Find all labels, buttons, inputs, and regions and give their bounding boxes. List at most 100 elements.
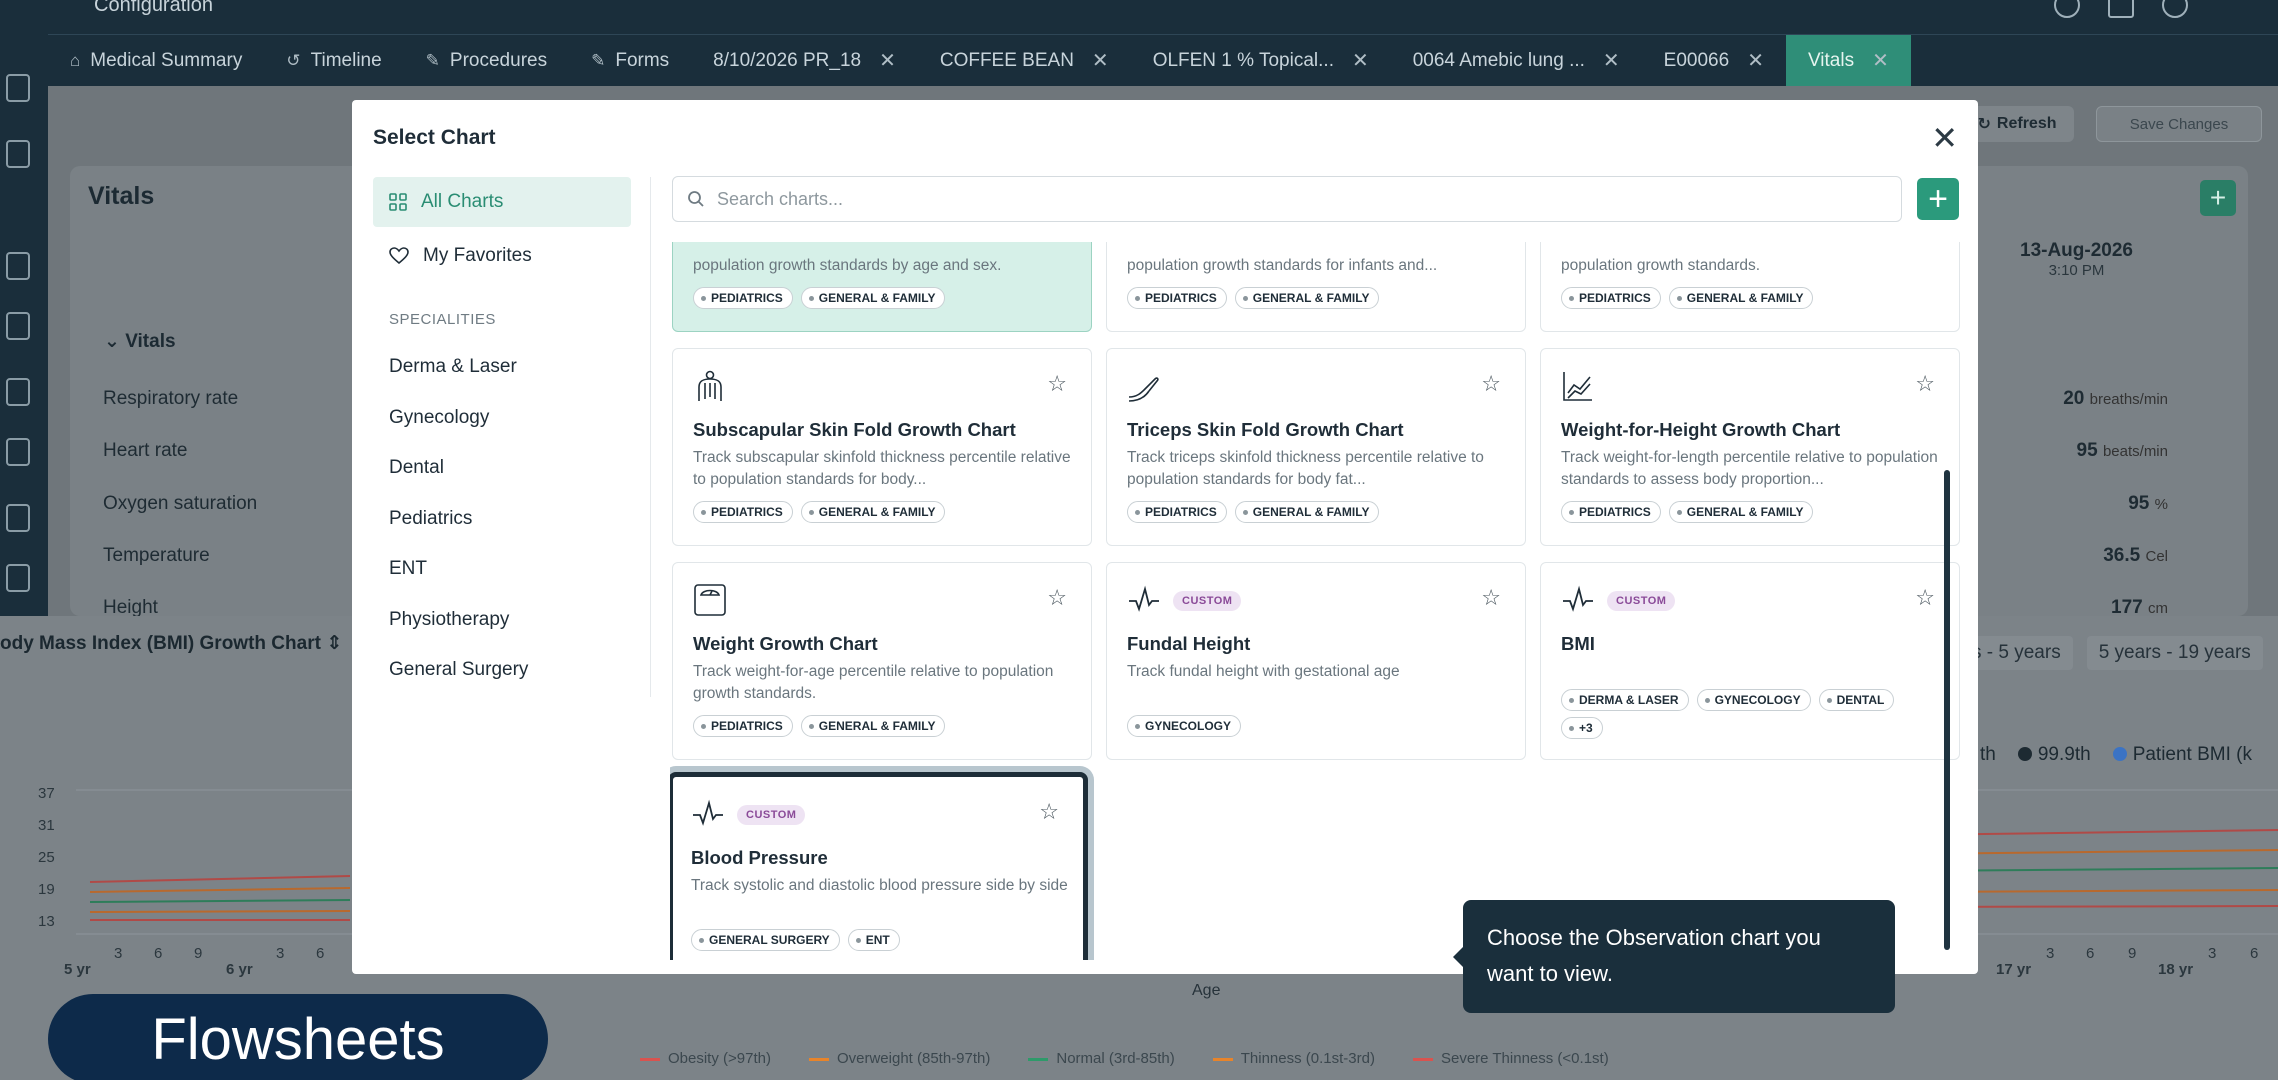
modal-title: Select Chart (373, 126, 496, 149)
thinness-line (89, 910, 351, 913)
sidebar-item-favorites[interactable]: My Favorites (373, 231, 631, 281)
star-icon[interactable]: ☆ (1481, 585, 1501, 611)
card-tags: PEDIATRICS GENERAL & FAMILY (693, 715, 1073, 737)
chart-legend-top: th 99.9th Patient BMI (k (1960, 744, 2252, 766)
top-bar: Configuration (0, 0, 2278, 34)
chart-card-blood-pressure[interactable]: CUSTOM ☆ Blood Pressure Track systolic a… (670, 772, 1088, 960)
chart-card[interactable]: population growth standards by age and s… (672, 242, 1092, 332)
star-icon[interactable]: ☆ (1039, 799, 1059, 825)
obesity-line (89, 875, 351, 883)
tab-amebic[interactable]: 0064 Amebic lung ... ✕ (1391, 35, 1642, 86)
value-text: 20 (2063, 388, 2085, 409)
sidebar-item-physiotherapy[interactable]: Physiotherapy (373, 595, 631, 646)
tab-pr18[interactable]: 8/10/2026 PR_18 ✕ (691, 35, 918, 86)
chart-card-weight[interactable]: ☆ Weight Growth Chart Track weight-for-a… (672, 562, 1092, 760)
age-range-option[interactable]: 5 years - 19 years (2086, 636, 2263, 670)
tab-vitals[interactable]: Vitals ✕ (1785, 35, 1911, 86)
refresh-icon[interactable] (2162, 0, 2188, 18)
nav-icon[interactable] (6, 140, 30, 168)
star-icon[interactable]: ☆ (1915, 371, 1935, 397)
nav-icon[interactable] (6, 252, 30, 280)
sidebar-item-all-charts[interactable]: All Charts (373, 177, 631, 227)
chart-card-subscapular[interactable]: ☆ Subscapular Skin Fold Growth Chart Tra… (672, 348, 1092, 546)
add-vital-button[interactable]: + (2200, 180, 2236, 216)
nav-icon[interactable] (6, 438, 30, 466)
specialty-tag: GYNECOLOGY (1127, 715, 1242, 737)
specialty-tag: GENERAL & FAMILY (800, 501, 946, 523)
legend-label: Patient BMI (k (2132, 744, 2253, 765)
sidebar-item-gynecology[interactable]: Gynecology (373, 393, 631, 444)
tab-forms[interactable]: ✎ Forms (569, 35, 691, 86)
star-icon[interactable]: ☆ (1047, 371, 1067, 397)
close-icon[interactable]: ✕ (1872, 48, 1889, 73)
close-icon[interactable]: ✕ (1931, 122, 1958, 154)
nav-icon[interactable] (6, 564, 30, 592)
tab-label: Timeline (310, 49, 382, 71)
tab-coffee-bean[interactable]: COFFEE BEAN ✕ (918, 35, 1131, 86)
search-input[interactable] (717, 188, 1817, 210)
tab-olfen[interactable]: OLFEN 1 % Topical... ✕ (1131, 35, 1391, 86)
star-icon[interactable]: ☆ (1915, 585, 1935, 611)
legend-label: 99.9th (2037, 744, 2091, 765)
tab-label: E00066 (1663, 49, 1730, 71)
chevron-updown-icon: ⇕ (326, 633, 343, 654)
vitals-section-header[interactable]: ⌄ Vitals (104, 330, 176, 353)
normal-line (89, 899, 351, 903)
age-range-toggle: s - 5 years 5 years - 19 years (1960, 636, 2263, 670)
chart-card[interactable]: population growth standards. PEDIATRICS … (1540, 242, 1960, 332)
vital-value: 95 % (2128, 493, 2168, 515)
more-tags-badge[interactable]: +3 (1561, 717, 1603, 739)
specialty-tag: ENT (847, 929, 900, 951)
vital-label: Heart rate (103, 440, 188, 461)
specialty-tag: PEDIATRICS (693, 501, 793, 523)
legend-label: Severe Thinness (<0.1st) (1440, 1050, 1609, 1067)
scrollbar-thumb[interactable] (1944, 470, 1950, 950)
nav-icon[interactable] (6, 74, 30, 102)
close-icon[interactable]: ✕ (1747, 48, 1764, 73)
tab-procedures[interactable]: ✎ Procedures (404, 35, 569, 86)
chart-card-weight-for-height[interactable]: ☆ Weight-for-Height Growth Chart Track w… (1540, 348, 1960, 546)
value-text: 177 (2111, 597, 2143, 618)
sidebar-item-general-surgery[interactable]: General Surgery (373, 645, 631, 696)
x-tick: 6 (2086, 945, 2094, 962)
tab-e00066[interactable]: E00066 ✕ (1642, 35, 1786, 86)
help-icon[interactable] (2054, 0, 2080, 18)
chart-card-triceps[interactable]: ☆ Triceps Skin Fold Growth Chart Track t… (1106, 348, 1526, 546)
save-changes-button[interactable]: Save Changes (2096, 106, 2262, 142)
chart-card[interactable]: population growth standards for infants … (1106, 242, 1526, 332)
nav-icon[interactable] (6, 504, 30, 532)
tab-bar: ⌂ Medical Summary ↺ Timeline ✎ Procedures ✎… (48, 34, 2278, 86)
sidebar-item-derma-laser[interactable]: Derma & Laser (373, 342, 631, 393)
chart-card-fundal-height[interactable]: CUSTOM ☆ Fundal Height Track fundal heig… (1106, 562, 1526, 760)
chart-type-select[interactable]: ody Mass Index (BMI) Growth Chart ⇕ (0, 632, 342, 655)
sidebar-divider (650, 177, 651, 697)
sidebar-item-ent[interactable]: ENT (373, 544, 631, 595)
y-tick: 19 (38, 881, 55, 898)
chart-card-bmi[interactable]: CUSTOM ☆ BMI DERMA & LASER GYNECOLOGY DE… (1540, 562, 1960, 760)
sidebar-item-pediatrics[interactable]: Pediatrics (373, 494, 631, 545)
settings-icon[interactable] (2108, 0, 2134, 18)
card-tags: PEDIATRICS GENERAL & FAMILY (693, 287, 1073, 309)
close-icon[interactable]: ✕ (1352, 48, 1369, 73)
close-icon[interactable]: ✕ (1092, 48, 1109, 73)
star-icon[interactable]: ☆ (1481, 371, 1501, 397)
tab-timeline[interactable]: ↺ Timeline (264, 35, 403, 86)
tab-medical-summary[interactable]: ⌂ Medical Summary (48, 35, 264, 86)
x-tick: 3 (2208, 945, 2216, 962)
sidebar-item-dental[interactable]: Dental (373, 443, 631, 494)
add-chart-button[interactable]: + (1917, 178, 1959, 220)
legend-item: Obesity (>97th) (640, 1050, 771, 1067)
nav-icon[interactable] (6, 378, 30, 406)
specialty-tag: PEDIATRICS (1127, 501, 1227, 523)
y-tick: 13 (38, 913, 55, 930)
nav-icon[interactable] (6, 312, 30, 340)
x-tick: 18 yr (2158, 961, 2193, 978)
specialty-tag: PEDIATRICS (693, 287, 793, 309)
x-tick: 6 yr (226, 961, 253, 978)
close-icon[interactable]: ✕ (1603, 48, 1620, 73)
legend-swatch (1212, 1057, 1233, 1061)
pulse-icon (693, 799, 723, 826)
close-icon[interactable]: ✕ (879, 48, 896, 73)
star-icon[interactable]: ☆ (1047, 585, 1067, 611)
chart-select-label: ody Mass Index (BMI) Growth Chart (0, 633, 321, 654)
